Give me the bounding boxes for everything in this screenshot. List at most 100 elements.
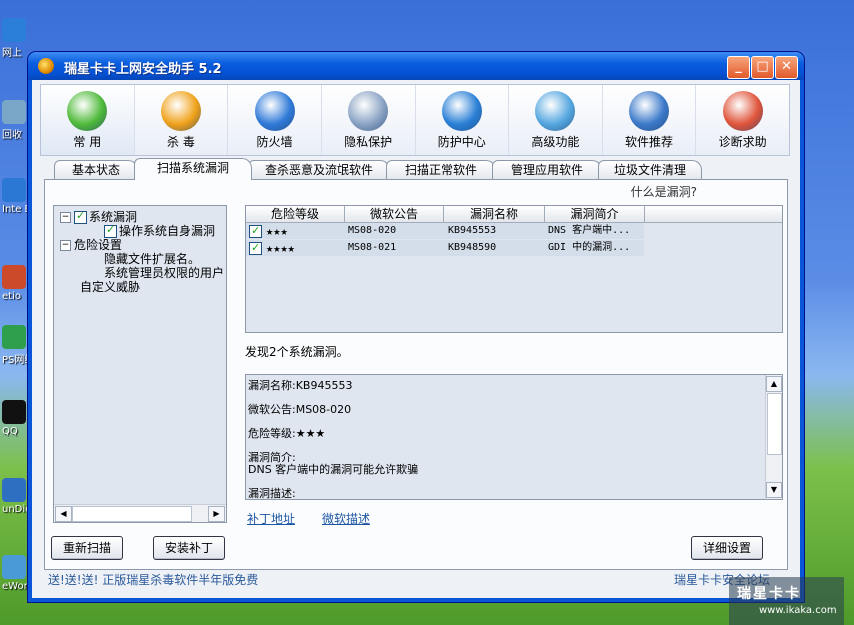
- toolbar-label: 隐私保护: [344, 135, 393, 149]
- desktop-app-icon: [2, 100, 26, 124]
- desktop-icon[interactable]: eWor: [2, 555, 30, 592]
- desktop-icon[interactable]: unDic: [2, 478, 31, 515]
- detail-level: 危险等级:★★★: [248, 427, 326, 440]
- minimize-button[interactable]: _: [727, 56, 750, 79]
- desktop-icon[interactable]: QQ: [2, 400, 30, 437]
- desktop-icon-label: QQ: [2, 426, 18, 437]
- ms-description-link[interactable]: 微软描述: [322, 510, 370, 527]
- toolbar-label: 诊断求助: [718, 135, 767, 149]
- tab-1[interactable]: 扫描系统漏洞: [134, 158, 252, 180]
- tree-hscrollbar[interactable]: ◀ ▶: [54, 504, 226, 522]
- tree-label: 操作系统自身漏洞: [119, 224, 216, 238]
- toolbar-label: 防火墙: [256, 135, 293, 149]
- row-name: KB948590: [448, 242, 497, 253]
- toolbar-item-5[interactable]: 高级功能: [509, 85, 603, 155]
- desktop-icon-label: PS网络: [2, 355, 35, 366]
- desktop-app-icon: [2, 325, 26, 349]
- table-row[interactable]: ★★★ MS08-020 KB945553 DNS 客户端中...: [246, 223, 644, 239]
- toolbar-item-4[interactable]: 防护中心: [416, 85, 510, 155]
- row-level: ★★★: [266, 224, 288, 238]
- close-button[interactable]: ✕: [775, 56, 798, 79]
- scroll-up-icon[interactable]: ▲: [766, 376, 782, 392]
- desktop-icon-label: etio: [2, 291, 21, 302]
- toolbar-label: 软件推荐: [625, 135, 674, 149]
- install-patch-button[interactable]: 安装补丁: [153, 536, 225, 560]
- scroll-left-icon[interactable]: ◀: [55, 506, 72, 522]
- col-vuln-brief[interactable]: 漏洞简介: [545, 206, 645, 222]
- patch-address-link[interactable]: 补丁地址: [247, 510, 295, 527]
- lion-shield-icon: [160, 91, 201, 131]
- desktop-app-icon: [2, 400, 26, 424]
- software-window-icon: [629, 91, 670, 131]
- protection-center-icon: [441, 91, 482, 131]
- scroll-thumb[interactable]: [72, 506, 192, 522]
- row-brief: GDI 中的漏洞...: [548, 242, 631, 253]
- desktop-app-icon: [2, 265, 26, 289]
- toolbar-item-3[interactable]: 隐私保护: [322, 85, 416, 155]
- collapse-icon[interactable]: −: [60, 240, 71, 251]
- toolbar-item-7[interactable]: 诊断求助: [696, 85, 789, 155]
- tab-3[interactable]: 扫描正常软件: [386, 160, 496, 179]
- detail-brief-text: DNS 客户端中的漏洞可能允许欺骗: [248, 463, 419, 476]
- row-bulletin: MS08-021: [348, 242, 397, 253]
- desktop-icon-label: Inte Expl: [2, 204, 46, 215]
- desktop-icon[interactable]: Inte Expl: [2, 178, 46, 215]
- tab-4[interactable]: 管理应用软件: [492, 160, 602, 179]
- tree-item-custom-threat[interactable]: 自定义威胁: [80, 278, 140, 295]
- toolbar-item-2[interactable]: 防火墙: [228, 85, 322, 155]
- detail-vscrollbar[interactable]: ▲ ▼: [765, 375, 782, 499]
- watermark-title: 瑞星卡卡: [737, 586, 801, 602]
- row-level: ★★★★: [266, 241, 295, 255]
- what-is-vuln-link[interactable]: 什么是漏洞?: [631, 183, 697, 200]
- tree-label: 自定义威胁: [80, 280, 141, 294]
- window-title: 瑞星卡卡上网安全助手 5.2: [64, 62, 222, 77]
- found-summary: 发现2个系统漏洞。: [245, 345, 349, 359]
- app-window: 瑞星卡卡上网安全助手 5.2 _ □ ✕ 常 用 杀 毒 防火墙 隐私保护 防护中心 高级…: [28, 52, 804, 602]
- toolbar-label: 防护中心: [437, 135, 486, 149]
- client-area: 常 用 杀 毒 防火墙 隐私保护 防护中心 高级功能 软件推荐 诊断求助 基本状态 扫描系统漏洞…: [32, 80, 800, 598]
- list-header: 危险等级 微软公告 漏洞名称 漏洞简介: [246, 206, 782, 223]
- desktop-app-icon: [2, 18, 26, 42]
- tab-2[interactable]: 查杀恶意及流氓软件: [248, 160, 390, 179]
- tab-5[interactable]: 垃圾文件清理: [598, 160, 702, 179]
- tab-0[interactable]: 基本状态: [54, 160, 138, 179]
- desktop-icon[interactable]: etio: [2, 265, 30, 302]
- col-ms-bulletin[interactable]: 微软公告: [345, 206, 444, 222]
- detail-bulletin: 微软公告:MS08-020: [248, 403, 352, 416]
- desktop-app-icon: [2, 478, 26, 502]
- privacy-shield-icon: [348, 91, 389, 131]
- watermark-url: www.ikaka.com: [759, 605, 837, 616]
- desktop-icon[interactable]: PS网络: [2, 325, 35, 366]
- detail-settings-button[interactable]: 详细设置: [691, 536, 763, 560]
- toolbar-item-0[interactable]: 常 用: [41, 85, 135, 155]
- desktop-icon[interactable]: 回收: [2, 100, 30, 141]
- scroll-right-icon[interactable]: ▶: [208, 506, 225, 522]
- vuln-detail-box: 漏洞名称:KB945553 微软公告:MS08-020 危险等级:★★★ 漏洞简…: [245, 374, 783, 500]
- scroll-down-icon[interactable]: ▼: [766, 482, 782, 498]
- desktop-app-icon: [2, 178, 26, 202]
- scan-panel: 什么是漏洞? −系统漏洞 操作系统自身漏洞 −危险设置 隐藏文件扩展名。: [44, 179, 788, 570]
- col-vuln-name[interactable]: 漏洞名称: [444, 206, 545, 222]
- toolbar-item-1[interactable]: 杀 毒: [135, 85, 229, 155]
- collapse-icon[interactable]: −: [60, 212, 71, 223]
- site-watermark: 瑞星卡卡 www.ikaka.com: [729, 577, 844, 625]
- row-name: KB945553: [448, 225, 497, 236]
- row-checkbox[interactable]: [249, 223, 262, 239]
- maximize-button[interactable]: □: [751, 56, 774, 79]
- table-row[interactable]: ★★★★ MS08-021 KB948590 GDI 中的漏洞...: [246, 240, 644, 256]
- desktop-icon[interactable]: 网上: [2, 18, 30, 59]
- toolbar-item-6[interactable]: 软件推荐: [603, 85, 697, 155]
- promo-link[interactable]: 送!送!送! 正版瑞星杀毒软件半年版免费: [48, 571, 258, 588]
- rescan-button[interactable]: 重新扫描: [51, 536, 123, 560]
- blocks-icon: [535, 91, 576, 131]
- row-checkbox[interactable]: [249, 240, 262, 256]
- col-danger-level[interactable]: 危险等级: [246, 206, 345, 222]
- detail-desc-title: 漏洞描述:: [248, 487, 296, 500]
- title-bar[interactable]: 瑞星卡卡上网安全助手 5.2 _ □ ✕: [28, 52, 804, 80]
- desktop-icon-label: 网上: [2, 48, 22, 59]
- checkbox-checked[interactable]: [74, 209, 87, 224]
- mouse-icon: [67, 91, 108, 131]
- row-bulletin: MS08-020: [348, 225, 397, 236]
- row-brief: DNS 客户端中...: [548, 225, 631, 236]
- scroll-thumb[interactable]: [767, 393, 782, 455]
